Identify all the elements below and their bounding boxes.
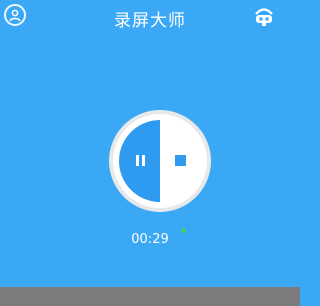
stop-icon — [175, 155, 186, 166]
recording-control — [109, 110, 211, 212]
toolbox-icon[interactable] — [252, 6, 276, 28]
stop-button[interactable] — [160, 120, 201, 202]
control-inner — [119, 120, 201, 202]
pause-icon — [136, 155, 145, 166]
bottom-bar — [0, 287, 300, 306]
toolbox-icon-glyph — [255, 8, 273, 26]
header-bar: 录屏大师 — [0, 0, 300, 36]
recording-indicator-dot — [181, 228, 186, 233]
elapsed-time: 00:29 — [131, 232, 169, 247]
pause-button[interactable] — [119, 120, 160, 202]
